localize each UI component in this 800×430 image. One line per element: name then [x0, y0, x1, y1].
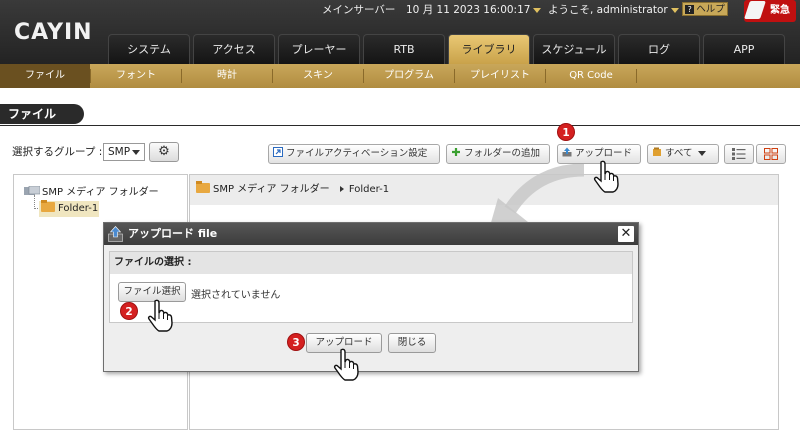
page-title: ファイル — [0, 104, 84, 124]
external-link-icon — [273, 147, 283, 157]
chevron-down-icon — [698, 151, 707, 156]
datetime-text: 10 月 11 2023 16:00:17 — [406, 4, 531, 16]
tab-schedule[interactable]: スケジュール — [533, 34, 615, 64]
plus-icon — [452, 148, 460, 156]
welcome-text: ようこそ, administrator — [548, 4, 668, 16]
close-icon: ✕ — [620, 226, 632, 241]
subnav-clock[interactable]: 時計 — [182, 64, 272, 88]
chevron-down-icon — [533, 7, 542, 13]
file-activation-button[interactable]: ファイルアクティベーション設定 — [268, 144, 440, 164]
dialog-title: アップロード file — [128, 227, 218, 240]
upload-label: アップロード — [575, 148, 633, 159]
title-divider — [0, 125, 800, 126]
emergency-icon — [744, 1, 766, 19]
subnav-skin[interactable]: スキン — [273, 64, 363, 88]
tree-folder-label: Folder-1 — [58, 203, 99, 214]
divider — [636, 69, 637, 83]
grid-view-icon — [764, 148, 778, 160]
tab-player[interactable]: プレーヤー — [278, 34, 360, 64]
hand-pointer-icon — [147, 299, 173, 332]
media-folder-icon — [24, 185, 41, 195]
tab-rtb[interactable]: RTB — [363, 34, 445, 64]
tab-log[interactable]: ログ — [618, 34, 700, 64]
section-label: ファイルの選択 : — [110, 252, 632, 274]
dialog-close-button[interactable]: ✕ — [618, 226, 634, 242]
subnav-font[interactable]: フォント — [91, 64, 181, 88]
add-folder-button[interactable]: フォルダーの追加 — [446, 144, 550, 164]
sub-navigation: ファイル フォント 時計 スキン プログラム プレイリスト QR Code — [0, 64, 800, 88]
subnav-file[interactable]: ファイル — [0, 64, 90, 88]
files-icon — [653, 147, 661, 156]
tab-library[interactable]: ライブラリ — [448, 34, 530, 64]
dialog-close-text-button[interactable]: 閉じる — [388, 333, 436, 353]
help-button[interactable]: ? ヘルプ — [682, 2, 728, 16]
file-select-section: ファイルの選択 : ファイル選択 選択されていません — [109, 251, 633, 323]
chevron-down-icon — [132, 150, 140, 155]
upload-dialog: アップロード file ✕ ファイルの選択 : ファイル選択 選択されていません… — [103, 222, 639, 372]
file-activation-label: ファイルアクティベーション設定 — [286, 148, 428, 159]
step-badge-3: 3 — [287, 333, 305, 351]
hand-pointer-icon — [333, 348, 359, 381]
file-status-text: 選択されていません — [191, 290, 281, 301]
datetime-display[interactable]: 10 月 11 2023 16:00:17 — [406, 3, 542, 17]
tree-root[interactable]: SMP メディア フォルダー — [24, 183, 159, 198]
top-header: CAYIN メインサーバー 10 月 11 2023 16:00:17 ようこそ… — [0, 0, 800, 64]
tab-access[interactable]: アクセス — [193, 34, 275, 64]
grid-view-button[interactable] — [756, 144, 786, 164]
add-folder-label: フォルダーの追加 — [464, 148, 541, 159]
server-name[interactable]: メインサーバー — [322, 3, 395, 17]
dialog-title-bar: アップロード file ✕ — [104, 223, 638, 245]
chevron-right-icon — [339, 186, 344, 192]
breadcrumb-current: Folder-1 — [348, 184, 390, 195]
group-label: 選択するグループ : — [12, 146, 103, 158]
emergency-label: 緊急 — [770, 5, 790, 16]
upload-icon — [562, 147, 572, 157]
folder-icon — [41, 200, 55, 212]
gear-icon: ⚙ — [158, 144, 170, 159]
breadcrumb-root[interactable]: SMP メディア フォルダー — [213, 184, 330, 195]
tab-app[interactable]: APP — [703, 34, 785, 64]
list-view-icon — [732, 148, 746, 160]
hand-pointer-icon — [593, 160, 619, 193]
tab-system[interactable]: システム — [108, 34, 190, 64]
group-select[interactable]: SMP — [103, 143, 145, 161]
folder-icon — [196, 181, 210, 193]
user-menu[interactable]: ようこそ, administrator — [548, 3, 679, 17]
tree-connector — [34, 195, 35, 209]
tree-root-label: SMP メディア フォルダー — [42, 187, 159, 198]
emergency-button[interactable]: 緊急 — [744, 0, 796, 22]
group-settings-button[interactable]: ⚙ — [149, 142, 179, 162]
filter-dropdown[interactable]: すべて — [647, 144, 719, 164]
subnav-qrcode[interactable]: QR Code — [546, 64, 636, 88]
tree-folder-item[interactable]: Folder-1 — [39, 200, 99, 217]
group-select-value: SMP — [108, 146, 131, 158]
step-badge-1: 1 — [557, 123, 575, 141]
subnav-playlist[interactable]: プレイリスト — [455, 64, 545, 88]
list-view-button[interactable] — [724, 144, 754, 164]
chevron-down-icon — [670, 7, 679, 13]
question-icon: ? — [685, 5, 695, 14]
upload-icon — [108, 226, 123, 242]
help-label: ヘルプ — [696, 4, 725, 15]
filter-label: すべて — [665, 148, 693, 159]
subnav-program[interactable]: プログラム — [364, 64, 454, 88]
step-badge-2: 2 — [120, 302, 138, 320]
cayin-logo: CAYIN — [14, 20, 93, 45]
